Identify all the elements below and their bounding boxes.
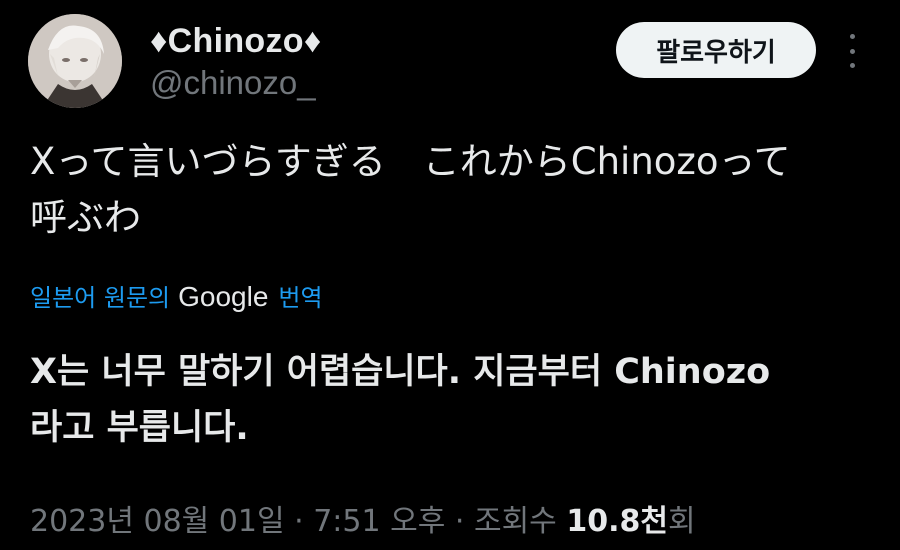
tweet-card: ♦Chinozo♦ @chinozo_ 팔로우하기 Xって言いづらすぎる これか…	[0, 0, 900, 550]
more-dot	[849, 63, 855, 68]
translated-text-line: X는 너무 말하기 어렵습니다. 지금부터 Chinozo	[30, 352, 771, 392]
translation-suffix: 번역	[278, 284, 323, 312]
views-count[interactable]: 10.8천	[566, 504, 668, 539]
translation-prefix: 일본어 원문의	[30, 284, 171, 312]
tweet-text: Xって言いづらすぎる これからChinozoって 呼ぶわ	[30, 134, 870, 246]
translated-text-line: 라고 부릅니다.	[30, 408, 249, 448]
avatar[interactable]	[28, 14, 122, 108]
display-name[interactable]: ♦Chinozo♦	[150, 22, 321, 61]
views-suffix: 회	[667, 504, 696, 539]
username-handle[interactable]: @chinozo_	[150, 64, 316, 102]
views-label: 조회수	[473, 504, 557, 539]
translated-text: X는 너무 말하기 어렵습니다. 지금부터 Chinozo 라고 부릅니다.	[30, 344, 870, 456]
more-dot	[849, 48, 855, 54]
tweet-metadata: 2023년 08월 01일 · 7:51 오후 · 조회수 10.8천회	[30, 496, 696, 540]
meta-separator: ·	[454, 504, 465, 539]
more-horizontal-icon[interactable]	[842, 34, 862, 68]
avatar-image	[28, 14, 122, 108]
tweet-text-line: 呼ぶわ	[30, 196, 141, 239]
tweet-date[interactable]: 2023년 08월 01일	[30, 504, 285, 539]
tweet-time[interactable]: 7:51 오후	[313, 504, 445, 539]
tweet-text-line: Xって言いづらすぎる これからChinozoって	[30, 140, 791, 183]
follow-button[interactable]: 팔로우하기	[616, 22, 816, 78]
translation-attribution[interactable]: 일본어 원문의 Google 번역	[30, 278, 323, 313]
meta-separator: ·	[294, 504, 304, 539]
google-logo-text: Google	[178, 281, 269, 312]
more-dot	[849, 34, 855, 39]
